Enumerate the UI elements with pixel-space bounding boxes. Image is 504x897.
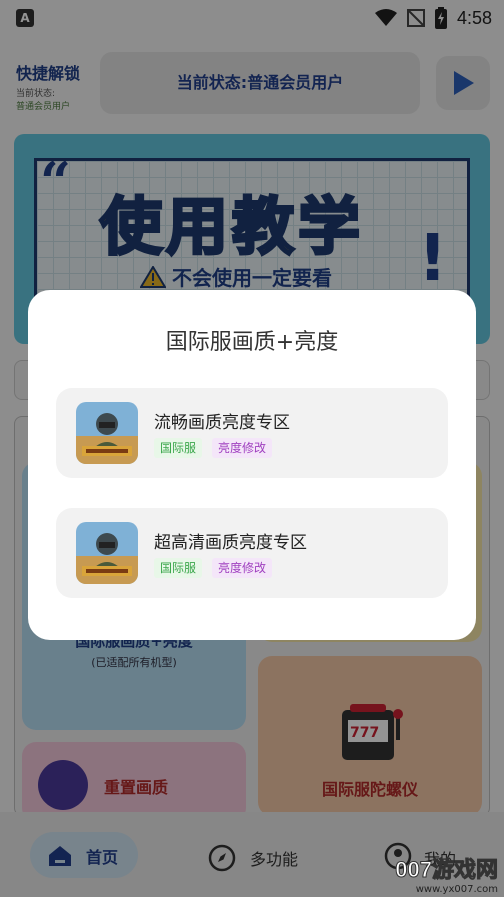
- game-item-ultra-hd[interactable]: 超高清画质亮度专区 国际服 亮度修改: [56, 508, 448, 598]
- game-item-name: 流畅画质亮度专区: [154, 413, 290, 433]
- watermark: 007游戏网 www.yx007.com: [395, 852, 499, 896]
- game-item-name: 超高清画质亮度专区: [154, 533, 307, 553]
- tag-brightness: 亮度修改: [212, 558, 273, 578]
- pubg-game-icon: [76, 522, 138, 584]
- tag-international: 国际服: [154, 438, 203, 458]
- watermark-main: 007游戏网: [395, 857, 499, 883]
- tag-international: 国际服: [154, 558, 203, 578]
- game-item-smooth[interactable]: 流畅画质亮度专区 国际服 亮度修改: [56, 388, 448, 478]
- pubg-game-icon: [76, 402, 138, 464]
- watermark-url: www.yx007.com: [415, 884, 498, 895]
- quality-dialog: 国际服画质+亮度 流畅画质亮度专区 国际服 亮度修改 超高清画质亮度专区 国际服…: [28, 290, 476, 640]
- tag-brightness: 亮度修改: [212, 438, 273, 458]
- dialog-title: 国际服画质+亮度: [165, 330, 339, 355]
